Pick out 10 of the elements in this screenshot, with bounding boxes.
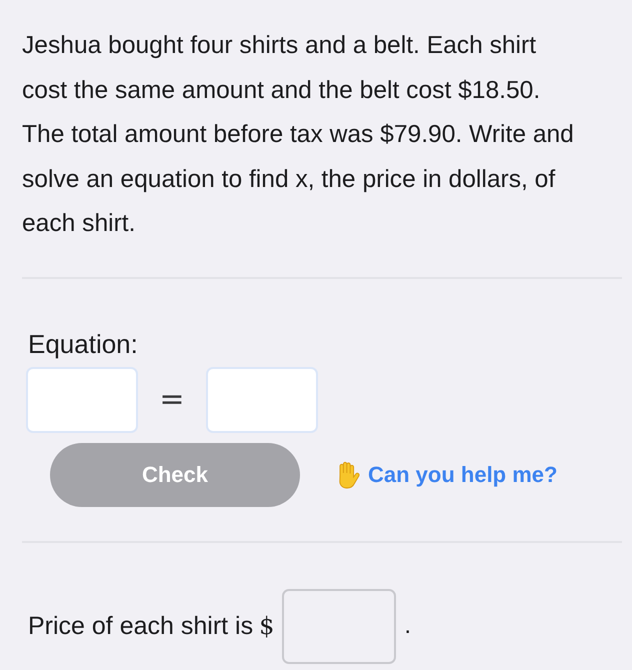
equals-sign: = [158, 384, 186, 414]
answer-prompt: Price of each shirt is [28, 612, 254, 640]
answer-box[interactable] [206, 366, 318, 432]
help-link[interactable]: Can you help me? [334, 460, 558, 488]
problem-text: Jeshua bought four shirts and a belt. Each shirt cost the same amount and the belt cost $18.50. The total amount before tax was $79.90. Write and solve an equation to find x, the price in dollars, of each shirt. [22, 31, 575, 239]
answer-box[interactable] [282, 588, 396, 664]
answer-box[interactable] [26, 366, 138, 432]
equation-label: Equation: [28, 328, 138, 358]
currency-symbol: $ [259, 612, 274, 640]
period-mark: . [404, 612, 412, 640]
